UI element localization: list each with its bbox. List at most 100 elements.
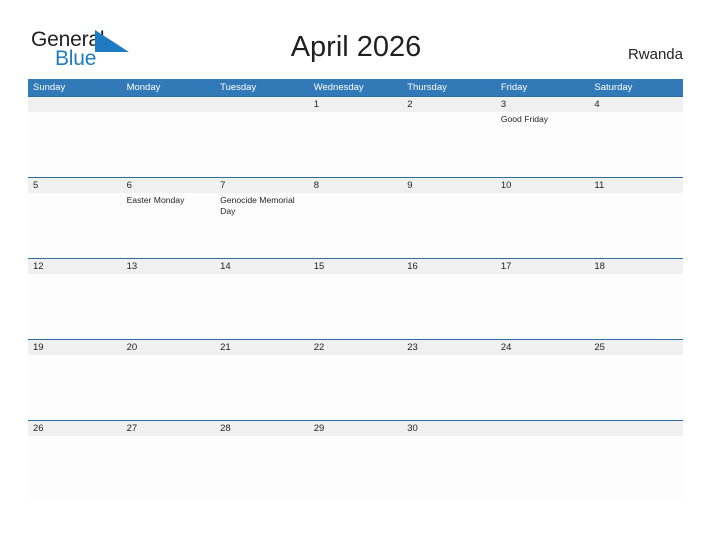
calendar-day-cell[interactable]: 29 — [309, 421, 403, 501]
day-events — [407, 355, 496, 357]
day-events — [314, 112, 403, 114]
day-number: 5 — [33, 180, 39, 191]
day-events — [33, 355, 122, 357]
calendar-day-cell[interactable]: 30 — [402, 421, 496, 501]
day-events — [594, 355, 683, 357]
day-number: 17 — [500, 261, 512, 272]
weekday-header-sunday: Sunday — [33, 82, 66, 93]
calendar-day-cell[interactable]: 18 — [589, 259, 683, 339]
day-number: 27 — [126, 423, 138, 434]
calendar-day-cell-empty — [122, 97, 216, 177]
calendar-day-cell[interactable]: 15 — [309, 259, 403, 339]
day-number: 2 — [407, 99, 413, 110]
calendar-week-row: 1 2 3 Good Friday 4 — [28, 96, 683, 177]
day-number: 8 — [313, 180, 319, 191]
calendar-day-cell[interactable]: 20 — [122, 340, 216, 420]
calendar-day-cell[interactable]: 6 Easter Monday — [122, 178, 216, 258]
day-number: 1 — [313, 99, 319, 110]
day-events — [501, 355, 590, 357]
day-number: 15 — [313, 261, 325, 272]
day-number: 3 — [500, 99, 507, 110]
calendar-week-row: 12 13 14 15 16 17 18 — [28, 258, 683, 339]
day-number: 7 — [220, 180, 226, 191]
calendar-day-cell[interactable]: 5 — [28, 178, 122, 258]
day-number: 20 — [126, 342, 138, 353]
day-number: 10 — [500, 180, 512, 191]
calendar-day-cell[interactable]: 13 — [122, 259, 216, 339]
calendar-day-cell[interactable]: 24 — [496, 340, 590, 420]
day-events — [501, 274, 590, 276]
day-events — [594, 436, 683, 438]
holiday-label: Easter Monday — [126, 195, 185, 205]
calendar-day-cell[interactable]: 27 — [122, 421, 216, 501]
calendar-week-cells: 26 27 28 29 30 — [28, 421, 683, 501]
day-events: Genocide Memorial Day — [220, 193, 309, 217]
day-events — [407, 112, 496, 114]
page-title: April 2026 — [290, 31, 422, 63]
calendar-day-cell[interactable]: 16 — [402, 259, 496, 339]
calendar-day-cell[interactable]: 28 — [215, 421, 309, 501]
day-events — [314, 193, 403, 195]
calendar-week-row: 19 20 21 22 23 24 25 — [28, 339, 683, 420]
calendar-page: General Blue April 2026 Rwanda Sunday Mo… — [0, 0, 712, 550]
day-number: 30 — [407, 423, 418, 434]
calendar-day-cell[interactable]: 1 — [309, 97, 403, 177]
calendar-day-cell[interactable]: 12 — [28, 259, 122, 339]
day-number: 16 — [407, 261, 418, 272]
day-number: 28 — [220, 423, 231, 434]
day-number: 21 — [220, 342, 231, 353]
calendar-day-cell[interactable]: 14 — [215, 259, 309, 339]
day-events — [314, 355, 403, 357]
day-number: 4 — [594, 99, 600, 110]
calendar-day-cell[interactable]: 23 — [402, 340, 496, 420]
day-number: 25 — [594, 342, 605, 353]
calendar-day-cell-empty — [28, 97, 122, 177]
day-events — [33, 112, 122, 114]
calendar-day-cell[interactable]: 7 Genocide Memorial Day — [215, 178, 309, 258]
calendar-week-cells: 19 20 21 22 23 24 25 — [28, 340, 683, 420]
day-number: 26 — [33, 423, 44, 434]
day-number: 12 — [33, 261, 44, 272]
weekday-header-wednesday: Wednesday — [313, 82, 364, 93]
day-events — [127, 355, 216, 357]
day-number: 18 — [594, 261, 605, 272]
day-events: Good Friday — [501, 112, 590, 125]
day-events — [501, 193, 590, 195]
calendar-day-cell[interactable]: 4 — [589, 97, 683, 177]
day-number: 6 — [126, 180, 132, 191]
weekday-header-thursday: Thursday — [407, 82, 447, 93]
calendar-day-cell[interactable]: 9 — [402, 178, 496, 258]
calendar-weeks: 1 2 3 Good Friday 4 5 6 Easter Monday 7 Genocide … — [28, 96, 683, 501]
weekday-header-tuesday: Tuesday — [220, 82, 257, 93]
calendar-day-cell[interactable]: 11 — [589, 178, 683, 258]
calendar-day-cell[interactable]: 3 Good Friday — [496, 97, 590, 177]
day-events — [33, 274, 122, 276]
day-number: 11 — [594, 180, 605, 191]
day-events — [220, 436, 309, 438]
day-number: 23 — [407, 342, 418, 353]
day-events — [127, 274, 216, 276]
day-events — [407, 193, 496, 195]
calendar-week-row: 5 6 Easter Monday 7 Genocide Memorial Day 8 9 1… — [28, 177, 683, 258]
calendar-day-cell[interactable]: 26 — [28, 421, 122, 501]
calendar-day-cell[interactable]: 17 — [496, 259, 590, 339]
calendar-day-cell[interactable]: 22 — [309, 340, 403, 420]
holiday-label: Genocide Memorial Day — [220, 195, 295, 216]
calendar-day-cell-empty — [589, 421, 683, 501]
day-number: 22 — [313, 342, 325, 353]
calendar-day-cell[interactable]: 8 — [309, 178, 403, 258]
weekday-header-monday: Monday — [126, 82, 161, 93]
day-events — [407, 274, 496, 276]
day-events — [501, 436, 590, 438]
day-number: 13 — [126, 261, 138, 272]
calendar-day-cell[interactable]: 19 — [28, 340, 122, 420]
day-events — [220, 274, 309, 276]
calendar-week-cells: 12 13 14 15 16 17 18 — [28, 259, 683, 339]
calendar-day-cell[interactable]: 10 — [496, 178, 590, 258]
day-number: 29 — [313, 423, 325, 434]
day-events — [314, 274, 403, 276]
calendar-day-cell[interactable]: 2 — [402, 97, 496, 177]
calendar-day-cell[interactable]: 21 — [215, 340, 309, 420]
calendar-day-cell[interactable]: 25 — [589, 340, 683, 420]
day-events — [594, 112, 683, 114]
